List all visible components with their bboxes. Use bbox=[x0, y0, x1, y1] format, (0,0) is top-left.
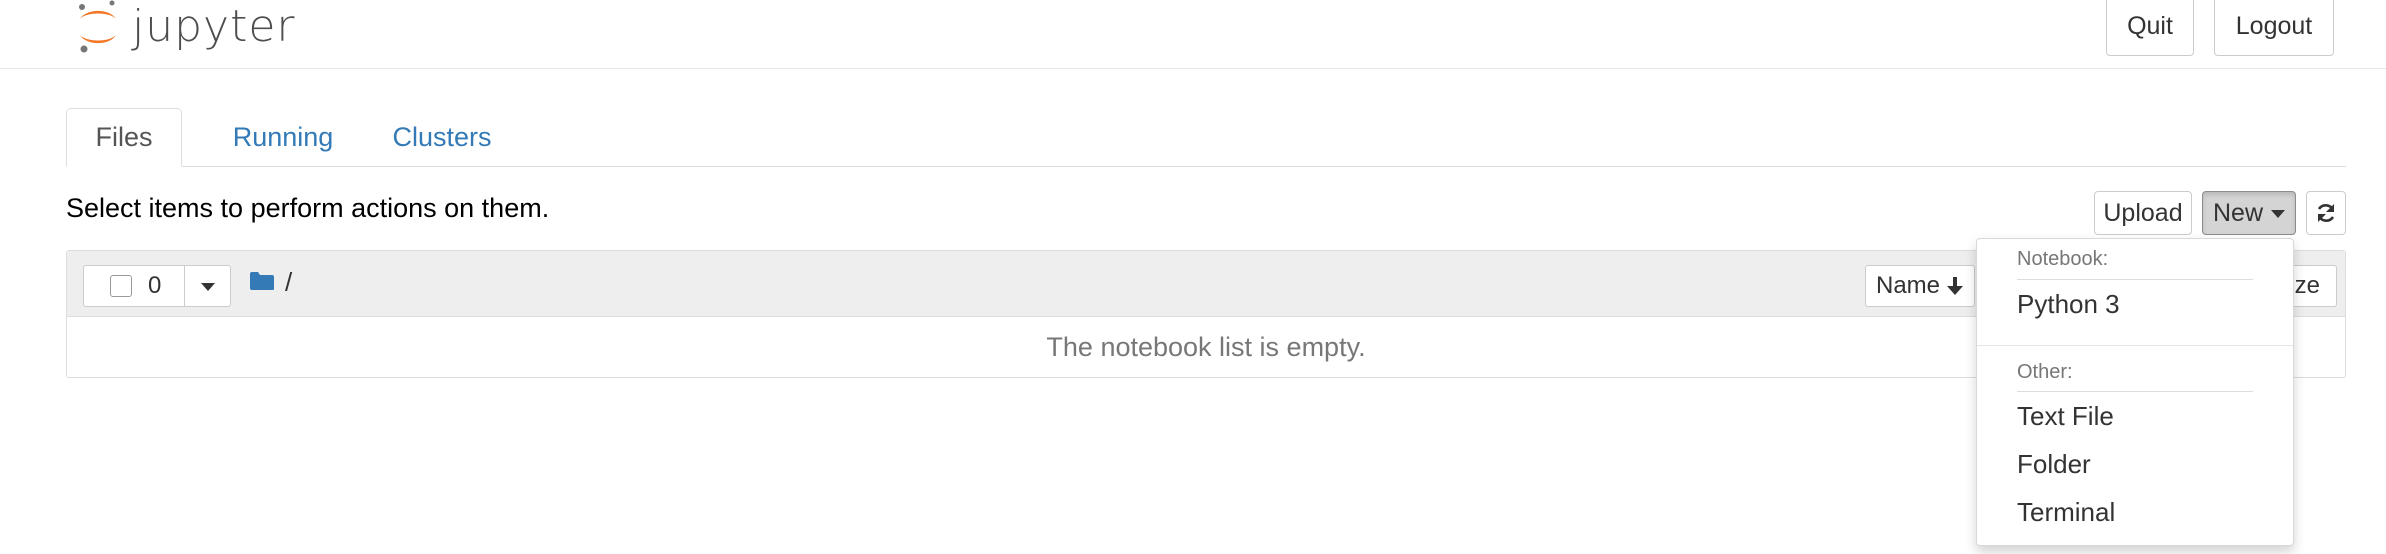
new-button-label: New bbox=[2212, 198, 2263, 227]
logout-button[interactable]: Logout bbox=[2214, 0, 2334, 56]
new-button[interactable]: New bbox=[2202, 191, 2296, 235]
menu-item-python3[interactable]: Python 3 bbox=[2017, 289, 2120, 320]
tab-bar: Files Running Clusters bbox=[66, 108, 2346, 167]
jupyter-logo[interactable]: jupyter bbox=[74, 0, 296, 58]
refresh-icon bbox=[2317, 204, 2335, 222]
breadcrumb-root[interactable]: / bbox=[285, 267, 292, 298]
sort-by-name-button[interactable]: Name bbox=[1865, 265, 1975, 307]
selection-hint: Select items to perform actions on them. bbox=[66, 193, 550, 223]
menu-item-terminal[interactable]: Terminal bbox=[2017, 497, 2115, 528]
quit-button[interactable]: Quit bbox=[2106, 0, 2194, 56]
sort-label: Name bbox=[1876, 272, 1941, 299]
section-rule bbox=[2017, 391, 2253, 392]
caret-down-icon bbox=[2271, 210, 2285, 218]
tab-running[interactable]: Running bbox=[216, 108, 350, 167]
select-all-group: 0 bbox=[83, 265, 231, 307]
select-menu-button[interactable] bbox=[185, 266, 231, 306]
tab-clusters[interactable]: Clusters bbox=[372, 108, 512, 167]
other-section-header: Other: bbox=[2017, 361, 2073, 383]
arrow-down-icon bbox=[1947, 277, 1964, 295]
select-all-toggle[interactable]: 0 bbox=[84, 266, 185, 306]
header-bar: jupyter Quit Logout bbox=[0, 0, 2386, 69]
new-dropdown-menu: Notebook: Python 3 Other: Text File Fold… bbox=[1976, 238, 2294, 546]
refresh-button[interactable] bbox=[2306, 191, 2346, 235]
menu-item-folder[interactable]: Folder bbox=[2017, 449, 2091, 480]
notebook-section-header: Notebook: bbox=[2017, 248, 2109, 270]
tab-files[interactable]: Files bbox=[66, 108, 182, 167]
folder-icon[interactable] bbox=[249, 271, 275, 296]
upload-button[interactable]: Upload bbox=[2094, 191, 2192, 235]
menu-item-text-file[interactable]: Text File bbox=[2017, 401, 2114, 432]
menu-divider bbox=[1977, 345, 2293, 346]
selected-count: 0 bbox=[148, 272, 162, 299]
section-rule bbox=[2017, 279, 2253, 280]
logo-text: jupyter bbox=[132, 0, 296, 52]
jupyter-logo-icon bbox=[74, 0, 122, 55]
caret-down-icon bbox=[201, 283, 215, 291]
select-all-checkbox[interactable] bbox=[110, 275, 132, 297]
